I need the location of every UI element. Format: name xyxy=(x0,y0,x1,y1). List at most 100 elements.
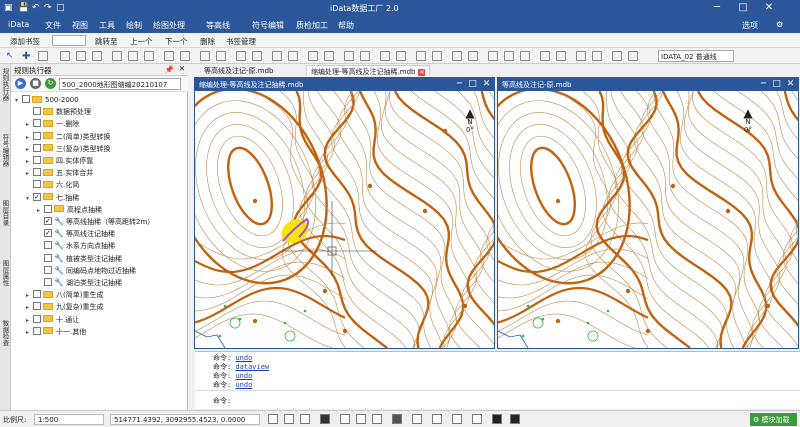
redo-icon[interactable]: ↷ xyxy=(44,3,52,13)
tree-checkbox[interactable] xyxy=(33,326,41,335)
command-input[interactable]: 命令: xyxy=(213,396,231,406)
move-icon[interactable] xyxy=(128,51,138,61)
tree-item[interactable]: ▸ 五.实体合并 xyxy=(26,167,93,179)
tab-processed-mdb[interactable]: 缩编处理-等高线及注记抽稀.mdb ✕ xyxy=(306,65,431,76)
tree-checkbox[interactable] xyxy=(44,241,52,250)
snap-toggle-icon[interactable] xyxy=(268,414,278,424)
symbol-icon[interactable] xyxy=(592,51,602,61)
layer-icon[interactable] xyxy=(432,51,442,61)
dynamic-input-icon[interactable] xyxy=(392,414,402,424)
tree-checkbox[interactable] xyxy=(33,314,41,323)
expand-icon[interactable]: ▸ xyxy=(26,315,33,327)
tab-close-icon[interactable]: ✕ xyxy=(418,69,426,76)
code-icon[interactable] xyxy=(612,51,622,61)
manage-bookmarks-button[interactable]: 书签管理 xyxy=(226,36,256,47)
scale-icon[interactable] xyxy=(180,51,190,61)
tree-item[interactable]: ▸ 四.实体停靠 xyxy=(26,155,93,167)
erase-icon[interactable] xyxy=(308,51,318,61)
menu-draw[interactable]: 绘制 xyxy=(126,20,142,31)
copy-icon[interactable] xyxy=(112,51,122,61)
tree-item[interactable]: ▾ 500-2000 xyxy=(15,94,79,106)
tree-checkbox[interactable] xyxy=(44,265,52,274)
reverse-icon[interactable] xyxy=(360,51,370,61)
tree-checkbox[interactable] xyxy=(33,168,41,177)
expand-icon[interactable]: ▸ xyxy=(26,302,33,314)
menu-view[interactable]: 视图 xyxy=(72,20,88,31)
collapse-icon[interactable]: ▾ xyxy=(26,193,33,205)
join-icon[interactable] xyxy=(252,51,262,61)
zoom-out-icon[interactable] xyxy=(504,51,514,61)
tree-item[interactable]: 🔧等高线注记抽稀 xyxy=(37,227,115,240)
stop-icon[interactable]: ■ xyxy=(30,78,41,89)
full-extent-icon[interactable] xyxy=(556,51,566,61)
close-button[interactable]: ✕ xyxy=(758,2,780,16)
tree-item[interactable]: ▸ 三(复杂)类型转换 xyxy=(26,143,110,155)
line-tool-icon[interactable] xyxy=(60,51,70,61)
select-pointer-icon[interactable]: ↖ xyxy=(6,51,16,61)
object-snap-icon[interactable] xyxy=(340,414,350,424)
grid-toggle-icon[interactable] xyxy=(284,414,294,424)
break-icon[interactable] xyxy=(236,51,246,61)
rule-file-select[interactable]: 500_2000地形图缩编20210107 xyxy=(59,78,181,90)
expand-icon[interactable]: ▸ xyxy=(26,168,33,180)
contour-map-canvas[interactable] xyxy=(195,91,494,348)
cmd-link[interactable]: dataview xyxy=(235,363,269,371)
menu-file[interactable]: 文件 xyxy=(45,20,61,31)
cmd-link[interactable]: undo xyxy=(235,354,252,362)
tree-checkbox[interactable] xyxy=(44,215,52,227)
add-bookmark-button[interactable]: 添加书签 xyxy=(10,36,40,47)
tree-checkbox[interactable] xyxy=(33,180,41,189)
side-tab-data-check[interactable]: 数据检查 xyxy=(1,320,10,346)
tree-item[interactable]: ▸ 一.删除 xyxy=(26,118,79,130)
expand-icon[interactable]: ▸ xyxy=(26,327,33,339)
mirror-icon[interactable] xyxy=(164,51,174,61)
bookmark-select[interactable] xyxy=(52,35,86,46)
extend-icon[interactable] xyxy=(216,51,226,61)
save-icon[interactable]: 💾 xyxy=(18,3,29,13)
undo-icon[interactable]: ↶ xyxy=(32,3,40,13)
refresh-rules-icon[interactable]: ↻ xyxy=(45,78,56,89)
edit-node-icon[interactable] xyxy=(38,51,48,61)
menu-qc[interactable]: 质检加工 xyxy=(296,20,328,31)
polygon-tool-icon[interactable] xyxy=(76,51,86,61)
ortho-toggle-icon[interactable] xyxy=(300,414,310,424)
tree-checkbox[interactable] xyxy=(22,95,30,103)
map-maximize-button[interactable]: □ xyxy=(466,78,479,91)
side-tab-layer-catalog[interactable]: 图层目录 xyxy=(1,200,10,226)
rotate-icon[interactable] xyxy=(144,51,154,61)
fillet-icon[interactable] xyxy=(288,51,298,61)
map-close-button[interactable]: ✕ xyxy=(480,78,493,91)
jump-to-button[interactable]: 跳转至 xyxy=(95,36,118,47)
add-icon[interactable]: ✚ xyxy=(22,51,32,62)
tree-checkbox[interactable] xyxy=(33,156,41,164)
map-close-button[interactable]: ✕ xyxy=(784,78,797,91)
module-load-button[interactable]: ⚙ 模块加载 xyxy=(750,413,797,426)
lineweight-icon[interactable] xyxy=(372,414,382,424)
cmd-link[interactable]: undo xyxy=(235,372,252,380)
trim-icon[interactable] xyxy=(200,51,210,61)
menu-tools[interactable]: 工具 xyxy=(99,20,115,31)
pin-icon[interactable]: 📌 xyxy=(165,65,174,74)
expand-icon[interactable]: ▸ xyxy=(26,119,33,131)
tree-item[interactable]: ▸ 九(复杂)重生成 xyxy=(26,301,103,313)
tree-item[interactable]: 🔧 同编码点地物过近抽稀 xyxy=(37,265,136,277)
layer-select[interactable]: IDATA_02 普通线 xyxy=(658,50,734,62)
side-tab-symbol-editor[interactable]: 符号编辑器 xyxy=(1,134,10,167)
side-tab-rule-executor[interactable]: 规则执行器 xyxy=(1,68,10,101)
tree-item[interactable]: ▸ 高程点抽稀 xyxy=(37,204,102,216)
track-toggle-icon[interactable] xyxy=(356,414,366,424)
panel-close-icon[interactable]: ✕ xyxy=(179,64,185,73)
expand-icon[interactable]: ▸ xyxy=(37,205,44,217)
map-minimize-button[interactable]: ─ xyxy=(453,78,466,91)
tree-checkbox[interactable] xyxy=(33,131,41,140)
tree-checkbox[interactable] xyxy=(33,191,41,203)
measure-icon[interactable] xyxy=(396,51,406,61)
expand-icon[interactable]: ▸ xyxy=(26,290,33,302)
map-maximize-button[interactable]: □ xyxy=(770,78,783,91)
tree-item[interactable]: 🔧等高线抽稀（等高距转2m） xyxy=(37,215,154,228)
settings-icon[interactable]: ⚙ xyxy=(776,20,783,29)
snap-icon[interactable] xyxy=(416,51,426,61)
tree-checkbox[interactable] xyxy=(33,107,41,116)
annotate-icon[interactable] xyxy=(380,51,390,61)
zoom-in-icon[interactable] xyxy=(488,51,498,61)
